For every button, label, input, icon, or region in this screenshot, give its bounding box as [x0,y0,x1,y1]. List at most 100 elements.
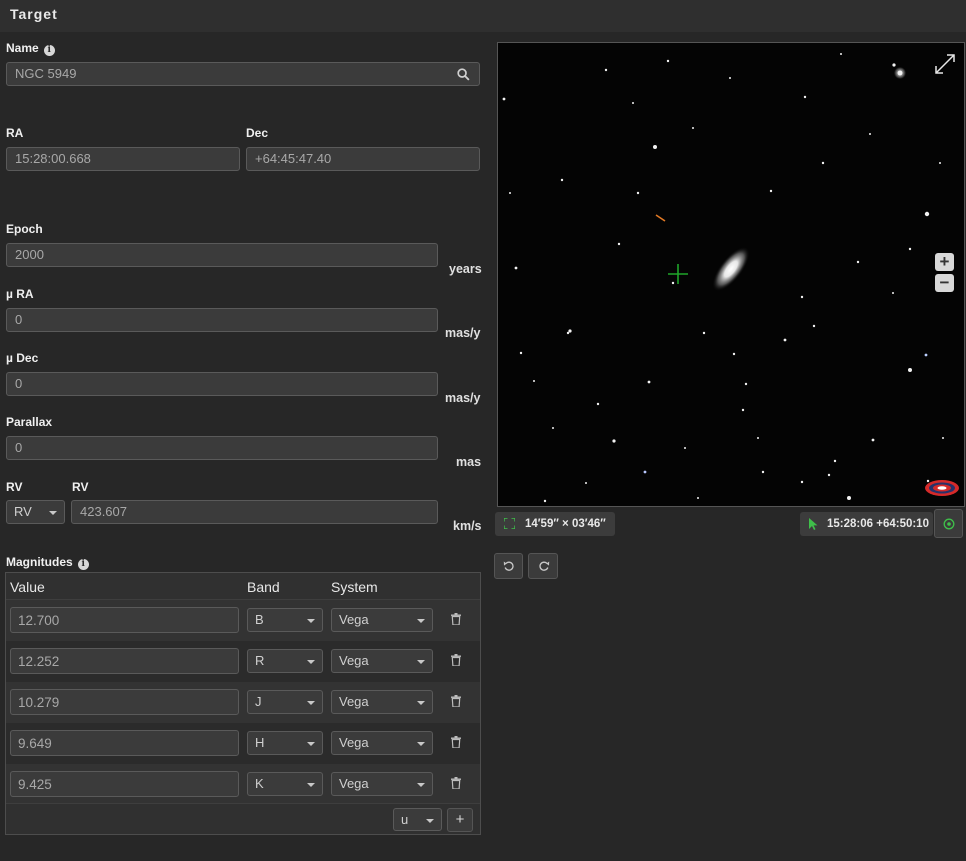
epoch-input[interactable]: 2000 [6,243,438,267]
target-icon [943,518,955,530]
band-select[interactable]: H [247,731,323,755]
aladin-logo-icon [925,480,959,496]
undo-button[interactable] [494,553,523,579]
column-header-value: Value [10,579,45,595]
info-icon[interactable]: i [77,559,89,570]
ra-input[interactable]: 15:28:00.668 [6,147,240,171]
trash-icon[interactable] [451,777,461,789]
cursor-icon [809,518,818,530]
band-select[interactable]: B [247,608,323,632]
chevron-down-icon [307,701,315,705]
cursor-coords-chip: 15:28:06 +64:50:10 [800,512,933,536]
magnitudes-label: Magnitudes i [6,555,89,570]
column-header-system: System [331,579,378,595]
table-row: 12.700 B Vega [6,600,480,641]
band-selected: R [255,653,265,668]
rv-value-label: RV [72,480,89,494]
sky-image-viewer[interactable]: + − [497,42,965,507]
title-bar: Target [0,0,966,32]
system-selected: Vega [339,612,369,627]
rv-input[interactable]: 423.607 [71,500,438,524]
fov-text: 14′59″ × 03′46″ [525,518,606,530]
ra-label: RA [6,126,24,140]
chevron-down-icon [417,619,425,623]
expand-icon [935,54,955,74]
band-selected: H [255,735,265,750]
magnitude-value-input[interactable]: 10.279 [10,689,239,715]
galaxy [712,246,750,292]
parallax-input[interactable]: 0 [6,436,438,460]
trash-icon[interactable] [451,654,461,666]
parallax-label: Parallax [6,415,53,429]
table-header: Value Band System [6,573,480,600]
chevron-down-icon [307,619,315,623]
redo-button[interactable] [528,553,558,579]
system-select[interactable]: Vega [331,608,433,632]
system-select[interactable]: Vega [331,690,433,714]
chevron-down-icon [417,742,425,746]
chevron-down-icon [307,660,315,664]
add-magnitude-button[interactable]: + [447,808,473,832]
chevron-down-icon [307,742,315,746]
magnitude-value-input[interactable]: 12.700 [10,607,239,633]
table-footer: u + [6,803,480,834]
magnitude-value-input[interactable]: 12.252 [10,648,239,674]
dec-label: Dec [246,126,269,140]
pm-ra-unit: mas/y [445,326,481,340]
zoom-out-button[interactable]: − [935,274,954,292]
magnitude-value-input[interactable]: 9.649 [10,730,239,756]
zoom-in-button[interactable]: + [935,253,954,271]
chevron-down-icon [426,819,434,823]
redo-icon [539,561,550,571]
sky-image[interactable] [498,43,965,507]
search-icon[interactable] [457,68,470,81]
dec-input[interactable]: +64:45:47.40 [246,147,480,171]
system-selected: Vega [339,735,369,750]
new-band-selected: u [401,812,409,827]
trash-icon[interactable] [451,613,461,625]
page-title: Target [10,6,58,22]
band-selected: B [255,612,264,627]
pm-dec-unit: mas/y [445,391,481,405]
center-target-button[interactable] [934,509,963,538]
info-icon[interactable]: i [43,45,55,56]
band-select[interactable]: R [247,649,323,673]
system-select[interactable]: Vega [331,731,433,755]
band-select[interactable]: J [247,690,323,714]
chevron-down-icon [417,701,425,705]
system-select[interactable]: Vega [331,649,433,673]
fov-icon [504,518,515,529]
pm-dec-input[interactable]: 0 [6,372,438,396]
chevron-down-icon [417,783,425,787]
fov-chip: 14′59″ × 03′46″ [495,512,615,536]
rv-unit: km/s [453,519,482,533]
name-input[interactable]: NGC 5949 [6,62,480,86]
target-crosshair [668,264,688,284]
pm-ra-label: µ RA [6,287,34,301]
column-header-band: Band [247,579,280,595]
chevron-down-icon [307,783,315,787]
band-select[interactable]: K [247,772,323,796]
rv-type-select[interactable]: RV [6,500,65,524]
new-band-select[interactable]: u [393,808,442,831]
rv-type-selected: RV [14,504,32,519]
cursor-coords-text: 15:28:06 +64:50:10 [827,518,929,530]
chevron-down-icon [49,511,57,515]
band-selected: J [255,694,262,709]
band-selected: K [255,776,264,791]
pm-dec-label: µ Dec [6,351,39,365]
system-selected: Vega [339,776,369,791]
table-row: 9.425 K Vega [6,764,480,805]
system-select[interactable]: Vega [331,772,433,796]
trash-icon[interactable] [451,736,461,748]
pm-ra-input[interactable]: 0 [6,308,438,332]
epoch-label: Epoch [6,222,43,236]
trash-icon[interactable] [451,695,461,707]
magnitude-value-input[interactable]: 9.425 [10,771,239,797]
rv-type-label: RV [6,480,23,494]
magnitudes-table: Value Band System 12.700 B Vega 12.252 R… [5,572,481,835]
satellite-trail [655,214,666,222]
system-selected: Vega [339,694,369,709]
undo-icon [503,561,514,571]
epoch-unit: years [449,262,482,276]
